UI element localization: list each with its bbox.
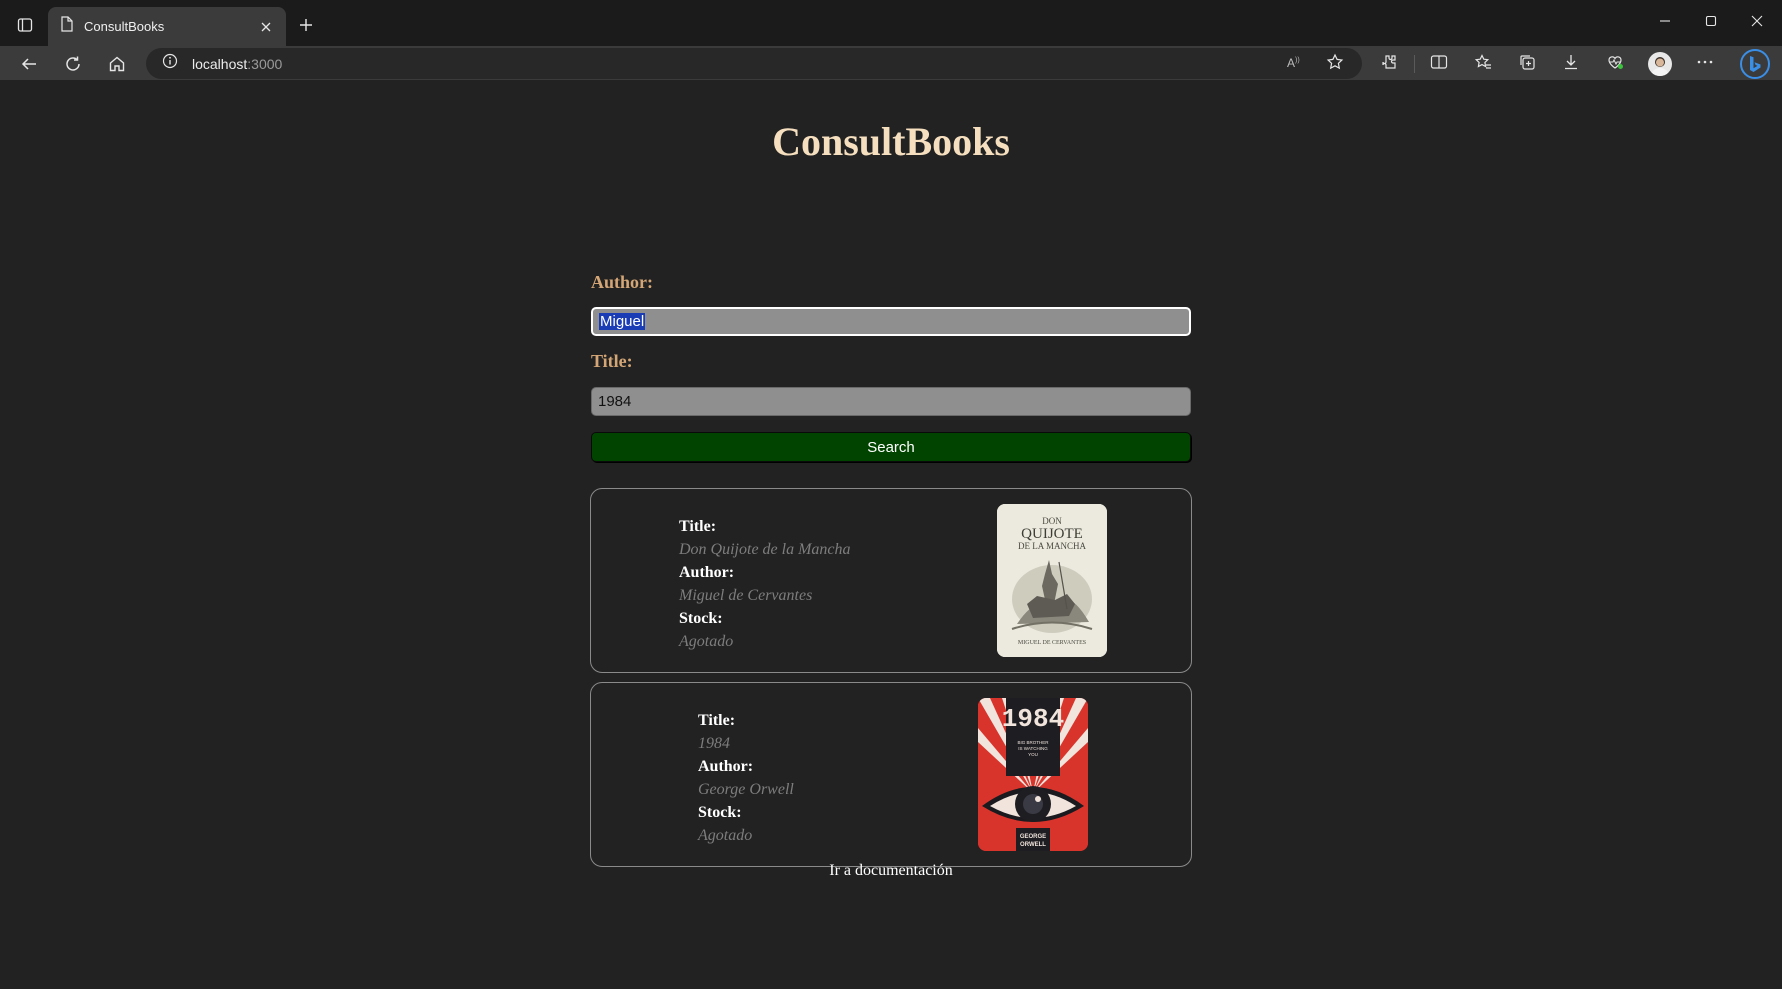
extensions-icon[interactable] (1376, 49, 1402, 75)
search-button[interactable]: Search (591, 432, 1191, 462)
cover-footer2: ORWELL (1020, 842, 1046, 848)
maximize-icon[interactable] (1688, 8, 1734, 34)
author-input[interactable]: Miguel (591, 307, 1191, 336)
browser-toolbar: localhost:3000 A)) (0, 46, 1782, 80)
back-icon[interactable] (14, 49, 44, 79)
author-input-value: Miguel (599, 313, 646, 330)
svg-text:A: A (1287, 56, 1295, 70)
cover-line1: DON (1042, 516, 1062, 526)
result-author-label: Author: (679, 564, 735, 581)
cover-tagline2: IS WATCHING (1018, 746, 1048, 751)
tab-title: ConsultBooks (84, 19, 165, 34)
url-host: localhost (192, 55, 248, 72)
star-icon[interactable] (1322, 49, 1348, 75)
favorites-icon[interactable] (1470, 49, 1496, 75)
book-cover-1984: 1984 BIG BROTHER IS WATCHING YOU GEORGE … (978, 698, 1088, 851)
avatar[interactable] (1648, 52, 1672, 76)
cover-line2: QUIJOTE (1021, 526, 1083, 542)
result-stock-label: Stock: (679, 610, 723, 627)
refresh-icon[interactable] (58, 49, 88, 79)
sidebar-icon[interactable] (13, 13, 37, 37)
author-label: Author: (591, 272, 653, 292)
cover-heading: 1984 (1002, 704, 1064, 734)
result-stock-label: Stock: (698, 804, 742, 821)
cover-footer: MIGUEL DE CERVANTES (1018, 640, 1086, 646)
cover-line3: DE LA MANCHA (1018, 541, 1087, 551)
download-icon[interactable] (1558, 49, 1584, 75)
split-screen-icon[interactable] (1426, 49, 1452, 75)
result-title: Don Quijote de la Mancha (679, 541, 851, 558)
result-info: Title: Don Quijote de la Mancha Author: … (679, 515, 851, 653)
cover-footer1: GEORGE (1020, 834, 1046, 840)
result-card: Title: Don Quijote de la Mancha Author: … (590, 488, 1192, 673)
close-icon[interactable] (1734, 8, 1780, 34)
collections-icon[interactable] (1514, 49, 1540, 75)
read-aloud-icon[interactable]: A)) (1282, 49, 1308, 75)
more-icon[interactable] (1692, 49, 1718, 75)
result-title-label: Title: (698, 712, 736, 729)
url-port: :3000 (247, 55, 283, 72)
browser-tab-bar: ConsultBooks (0, 0, 1782, 46)
title-label: Title: (591, 351, 633, 371)
result-card: Title: 1984 Author: George Orwell Stock:… (590, 682, 1192, 867)
title-input-value: 1984 (598, 393, 632, 410)
result-author: George Orwell (698, 781, 794, 798)
cover-tagline1: BIG BROTHER (1017, 740, 1049, 745)
close-icon[interactable] (254, 15, 278, 39)
browser-tab[interactable]: ConsultBooks (48, 7, 286, 46)
page-icon (60, 16, 74, 37)
home-icon[interactable] (102, 49, 132, 79)
title-input[interactable]: 1984 (591, 387, 1191, 416)
svg-text:)): )) (1295, 57, 1300, 64)
result-stock: Agotado (679, 633, 734, 650)
page-title: ConsultBooks (772, 119, 1010, 164)
result-title: 1984 (698, 735, 730, 752)
minimize-icon[interactable] (1642, 8, 1688, 34)
result-info: Title: 1984 Author: George Orwell Stock:… (698, 709, 794, 847)
result-title-label: Title: (679, 518, 717, 535)
book-cover-quijote: DON QUIJOTE DE LA MANCHA MIGUEL DE CERVA… (997, 504, 1107, 657)
documentation-link[interactable]: Ir a documentación (0, 862, 1782, 880)
performance-icon[interactable] (1602, 49, 1628, 75)
address-bar[interactable]: localhost:3000 (146, 48, 1362, 79)
result-author-label: Author: (698, 758, 754, 775)
info-icon[interactable] (162, 53, 178, 74)
plus-icon[interactable] (293, 12, 319, 38)
result-author: Miguel de Cervantes (679, 587, 813, 604)
bing-icon[interactable] (1740, 49, 1770, 79)
result-stock: Agotado (698, 827, 753, 844)
cover-tagline3: YOU (1028, 752, 1038, 757)
